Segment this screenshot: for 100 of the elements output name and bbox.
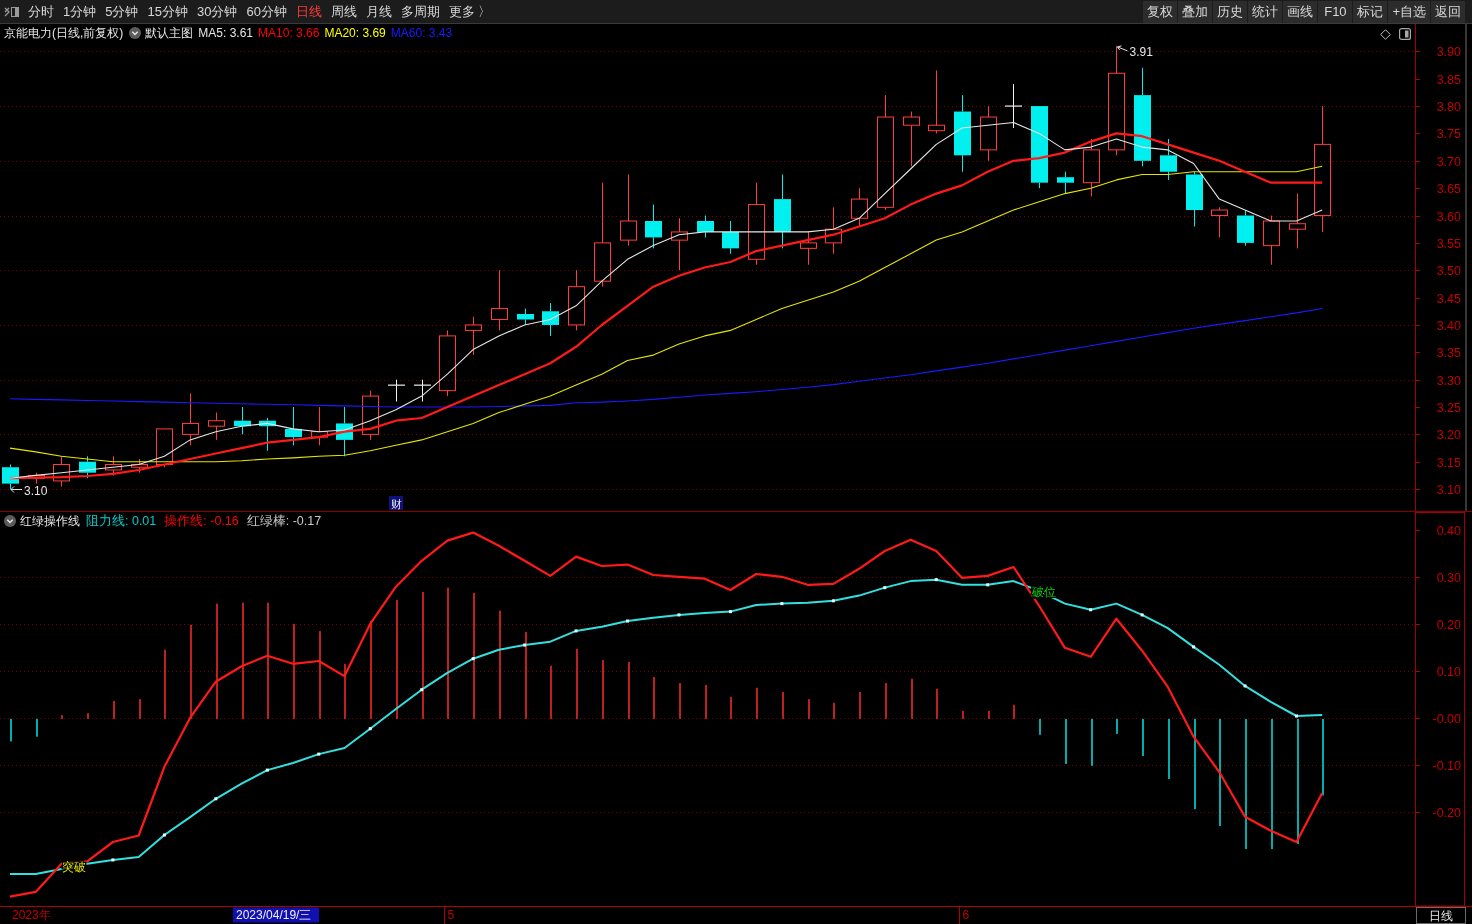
- candlestick: [1057, 171, 1074, 195]
- candlestick: [311, 406, 328, 446]
- candlestick: [2, 464, 19, 490]
- template-label[interactable]: 默认主图: [145, 27, 194, 39]
- candlestick: [722, 220, 739, 255]
- indicator-title: 红绿操作线: [20, 515, 80, 527]
- stock-title: 京能电力(日线,前复权): [4, 27, 124, 39]
- candlestick: [928, 70, 945, 134]
- candlestick: [1186, 171, 1203, 227]
- indicator-legend: 阻力线: 0.01: [86, 514, 157, 528]
- indicator-legend: 操作线: -0.16: [164, 514, 239, 528]
- candlestick: [1237, 209, 1254, 247]
- arrow-icon: [10, 486, 23, 493]
- period-tab[interactable]: 60分钟: [246, 5, 287, 18]
- indicator-legend: 红绿棒: -0.17: [246, 514, 322, 528]
- toolbar-button[interactable]: 统计: [1248, 0, 1283, 23]
- toolbar-button[interactable]: 返回: [1431, 0, 1465, 23]
- candlestick: [336, 406, 353, 457]
- price-label: 3.91: [1129, 44, 1153, 59]
- axis-label: 5: [447, 908, 455, 922]
- axis-label: 3.35: [1436, 346, 1461, 360]
- candlestick: [825, 206, 842, 255]
- candlestick: [1004, 83, 1023, 129]
- candlestick: [903, 111, 920, 167]
- event-tag[interactable]: 财: [389, 496, 403, 510]
- candlestick: [491, 269, 508, 331]
- axis-label: 3.20: [1436, 428, 1461, 442]
- candlestick: [105, 455, 122, 476]
- period-tab[interactable]: 1分钟: [63, 5, 97, 18]
- candlestick: [697, 215, 714, 238]
- candlestick: [413, 379, 432, 403]
- panel-toggle-icon[interactable]: [1399, 28, 1411, 40]
- candlestick: [568, 269, 585, 331]
- diamond-icon[interactable]: [1380, 28, 1391, 40]
- period-tab[interactable]: 5分钟: [105, 5, 139, 18]
- chevron-down-icon[interactable]: [129, 27, 142, 39]
- candlestick: [1263, 215, 1280, 266]
- candlestick: [208, 412, 225, 441]
- period-tab[interactable]: 15分钟: [147, 5, 188, 18]
- candlestick: [645, 204, 662, 249]
- period-tab[interactable]: 30分钟: [196, 5, 238, 18]
- axis-label: 3.45: [1436, 292, 1461, 306]
- arrow-icon: [1117, 45, 1128, 52]
- axis-label: 2023年: [12, 908, 51, 922]
- toolbar-button[interactable]: 画线: [1283, 0, 1318, 23]
- indicator-legend: MA5: 3.61: [198, 27, 254, 39]
- toolbar-button[interactable]: 历史: [1213, 0, 1248, 23]
- candlestick: [259, 417, 276, 452]
- candlestick: [387, 379, 406, 403]
- axis-label: 3.60: [1436, 210, 1461, 224]
- cursor-date-label: 2023/04/19/三: [233, 907, 319, 923]
- toolbar-button[interactable]: +自选: [1388, 0, 1430, 23]
- candlestick: [542, 302, 559, 337]
- toolbar-button[interactable]: 叠加: [1178, 0, 1213, 23]
- axis-label: 0.20: [1436, 618, 1461, 632]
- axis-label: 3.80: [1436, 100, 1461, 114]
- axis-label: 3.50: [1436, 264, 1461, 278]
- candlestick: [439, 329, 456, 397]
- period-tab[interactable]: 月线: [365, 5, 392, 18]
- candlestick: [234, 406, 251, 435]
- candlestick: [79, 455, 96, 479]
- indicator-legend: MA20: 3.69: [324, 27, 386, 39]
- candlestick: [285, 406, 302, 446]
- axis-label: 3.30: [1436, 374, 1461, 388]
- axis-label: 3.55: [1436, 237, 1461, 251]
- candlestick: [1083, 138, 1100, 197]
- candlestick: [851, 187, 868, 227]
- toolbar-button[interactable]: 标记: [1353, 0, 1388, 23]
- axis-label: 3.85: [1436, 73, 1461, 87]
- axis-label: 3.40: [1436, 319, 1461, 333]
- candlestick: [517, 308, 534, 326]
- period-tab[interactable]: 分时: [28, 5, 54, 18]
- candlestick: [182, 392, 199, 446]
- indicator-legend: MA60: 3.43: [390, 27, 453, 39]
- axis-label: 0.30: [1436, 571, 1461, 585]
- candlestick: [131, 458, 148, 474]
- period-tab[interactable]: 多周期: [400, 5, 440, 18]
- axis-label: 3.70: [1436, 155, 1461, 169]
- axis-label: 6: [962, 908, 970, 922]
- candlestick: [1289, 193, 1306, 249]
- toolbar-button[interactable]: F10: [1318, 0, 1353, 23]
- axis-label: -0.00: [1432, 712, 1461, 726]
- candlestick: [980, 105, 997, 162]
- toolbar-button[interactable]: 复权: [1143, 0, 1178, 23]
- axis-label: 3.15: [1436, 456, 1461, 470]
- axis-label: 3.65: [1436, 182, 1461, 196]
- chevron-down-icon[interactable]: [4, 515, 16, 527]
- axis-label: -0.10: [1432, 759, 1461, 773]
- period-tab[interactable]: 更多 〉: [448, 5, 492, 18]
- axis-label: 3.75: [1436, 127, 1461, 141]
- axis-label: -0.20: [1432, 806, 1461, 820]
- collapse-panel-icon[interactable]: [4, 5, 20, 18]
- period-label: 日线: [1416, 907, 1466, 924]
- axis-label: 3.25: [1436, 401, 1461, 415]
- axis-label: 3.90: [1436, 45, 1461, 59]
- period-tab[interactable]: 日线: [295, 5, 322, 18]
- candlestick: [1160, 138, 1177, 181]
- price-label: 3.10: [24, 483, 48, 498]
- candlestick: [1211, 206, 1228, 238]
- period-tab[interactable]: 周线: [330, 5, 357, 18]
